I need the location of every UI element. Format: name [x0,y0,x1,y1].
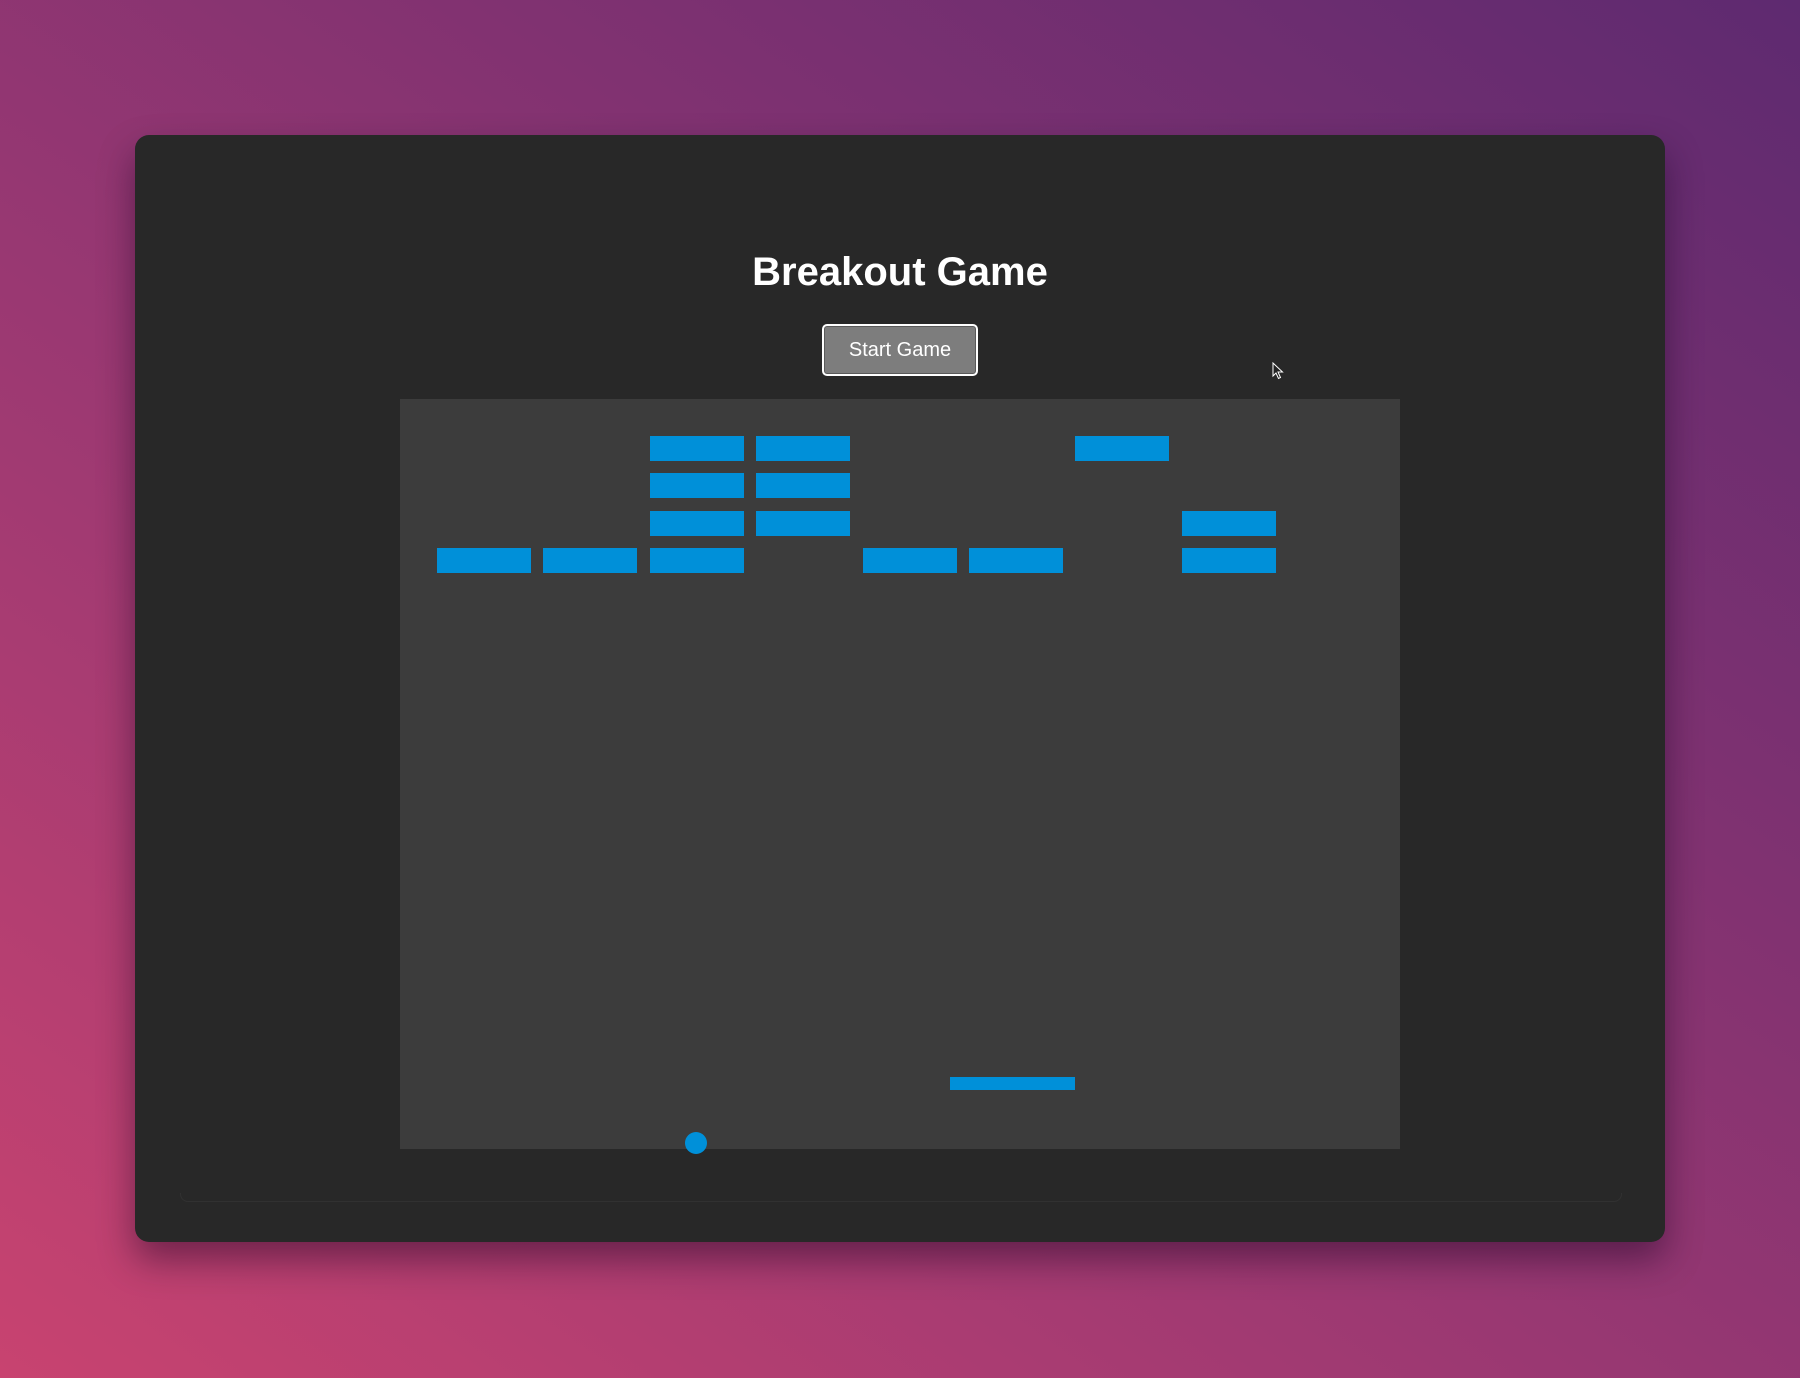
mouse-cursor-icon [1272,362,1284,380]
ball [685,1132,707,1154]
brick [863,548,957,573]
brick [756,473,850,498]
brick [650,511,744,536]
game-window: Breakout Game Start Game [135,135,1665,1242]
page-title: Breakout Game [752,250,1048,294]
brick [543,548,637,573]
brick [650,548,744,573]
brick [756,511,850,536]
brick [650,473,744,498]
brick [756,436,850,461]
brick [650,436,744,461]
brick [437,548,531,573]
brick [1182,511,1276,536]
brick [969,548,1063,573]
paddle[interactable] [950,1077,1075,1090]
brick [1182,548,1276,573]
start-game-button[interactable]: Start Game [822,324,978,376]
window-footer-divider [180,1193,1622,1202]
brick [1075,436,1169,461]
game-canvas[interactable] [400,399,1400,1154]
